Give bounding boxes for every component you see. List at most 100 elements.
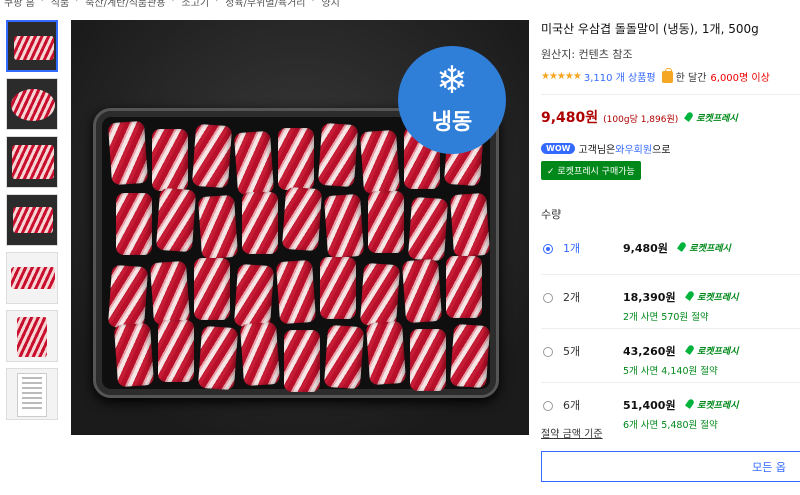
thumbnail-2[interactable] (6, 78, 58, 130)
meat-roll (365, 320, 407, 386)
radio-button[interactable] (543, 347, 553, 357)
meat-roll (323, 193, 365, 259)
meat-roll (158, 320, 194, 382)
rocket-fresh-badge: 로켓프레시 (684, 111, 737, 124)
meat-roll (191, 123, 233, 189)
product-origin: 원산지: 컨텐츠 참조 (541, 48, 633, 61)
rocket-icon (684, 112, 694, 122)
wow-badge: WOW (541, 143, 576, 154)
meat-roll (194, 258, 230, 320)
rocket-icon (685, 399, 695, 409)
unit-price: (100g당 1,896원) (603, 115, 679, 125)
radio-button[interactable] (543, 293, 553, 303)
meat-roll (320, 257, 356, 319)
month-text: 한 달간 (675, 73, 707, 84)
option-saving: 2개 사면 570원 절약 (623, 312, 709, 323)
meat-roll (278, 128, 314, 190)
buyer-count: 6,000명 이상 (710, 73, 770, 84)
wow-member-link[interactable]: 와우회원 (615, 141, 652, 156)
rocket-fresh-badge: 로켓프레시 (685, 290, 738, 303)
radio-button[interactable] (543, 244, 553, 254)
option-price: 18,390원 (623, 291, 676, 304)
meat-roll (446, 256, 482, 318)
review-count-link[interactable]: 3,110 개 상품평 (584, 69, 656, 84)
option-qty: 2개 (563, 291, 581, 304)
price-row: 9,480원 (100g당 1,896원) 로켓프레시 (541, 107, 800, 127)
star-rating: ★★★★★ (541, 71, 582, 82)
meat-roll (242, 192, 278, 254)
quantity-label: 수량 (541, 208, 562, 221)
option-qty: 5개 (563, 345, 581, 358)
meat-roll (152, 129, 188, 191)
view-all-options-button[interactable]: 모든 옵 (541, 451, 800, 482)
rocket-fresh-available-badge: ✓ 로켓프레시 구매가능 (541, 161, 641, 180)
sale-price: 9,480원 (541, 110, 599, 126)
meat-roll (284, 330, 320, 392)
breadcrumb-item[interactable]: 쿠팡 홈 (4, 0, 35, 9)
breadcrumb-item[interactable]: 양지 (321, 0, 339, 9)
thumbnail-1[interactable] (6, 20, 58, 72)
meat-roll (116, 193, 152, 255)
thumbnail-7[interactable] (6, 368, 58, 420)
meat-roll (407, 196, 449, 262)
rocket-fresh-badge: 로켓프레시 (685, 398, 738, 411)
frozen-badge: ❄ 냉동 (398, 46, 506, 154)
thumbnail-5[interactable] (6, 252, 58, 304)
shopping-bag-icon (661, 67, 673, 83)
rocket-icon (685, 345, 695, 355)
thumbnail-3[interactable] (6, 136, 58, 188)
option-price: 9,480원 (623, 242, 668, 255)
meat-roll (449, 323, 491, 389)
meat-roll (323, 324, 365, 390)
rocket-icon (685, 291, 695, 301)
meat-roll (197, 325, 239, 391)
meat-roll (197, 194, 239, 260)
option-saving: 5개 사면 4,140원 절약 (623, 366, 718, 377)
breadcrumb-item[interactable]: 소고기 (182, 0, 210, 9)
quantity-option[interactable]: 2개 18,390원 로켓프레시 2개 사면 570원 절약 (541, 274, 800, 328)
meat-roll (149, 260, 191, 326)
breadcrumb-item[interactable]: 식품 (51, 0, 69, 9)
thumbnail-6[interactable] (6, 310, 58, 362)
breadcrumb: 쿠팡 홈› 식품› 축산/계란/식품관용› 소고기› 정육/부위별/육거리› 양… (4, 0, 340, 9)
meat-roll (239, 321, 281, 387)
quantity-options: 1개 9,480원 로켓프레시 2개 18,390원 로켓프레시 2개 사면 5… (541, 232, 800, 436)
rating-row: ★★★★★ 3,110 개 상품평 한 달간 6,000명 이상 (541, 67, 800, 84)
meat-roll (107, 120, 149, 186)
quantity-option[interactable]: 5개 43,260원 로켓프레시 5개 사면 4,140원 절약 (541, 328, 800, 382)
rocket-fresh-badge: 로켓프레시 (685, 344, 738, 357)
meat-roll (233, 130, 275, 196)
radio-button[interactable] (543, 401, 553, 411)
thumbnail-list (6, 20, 60, 426)
meat-roll (401, 258, 443, 324)
meat-roll (359, 262, 401, 328)
rocket-icon (677, 242, 687, 252)
breadcrumb-item[interactable]: 축산/계란/식품관용 (85, 0, 165, 9)
divider (541, 94, 800, 95)
meat-roll (233, 263, 275, 329)
quantity-option[interactable]: 1개 9,480원 로켓프레시 (541, 232, 800, 274)
meat-roll (317, 122, 359, 188)
meat-roll (281, 186, 323, 252)
option-qty: 6개 (563, 399, 581, 412)
option-price: 51,400원 (623, 399, 676, 412)
savings-basis-link[interactable]: 절약 금액 기준 (541, 425, 603, 440)
option-qty: 1개 (563, 242, 581, 255)
main-product-image[interactable]: ❄ 냉동 (71, 20, 529, 435)
thumbnail-4[interactable] (6, 194, 58, 246)
product-title: 미국산 우삼겹 돌돌말이 (냉동), 1개, 500g (541, 22, 759, 36)
option-saving: 6개 사면 5,480원 절약 (623, 420, 718, 431)
meat-roll (107, 264, 149, 330)
meat-roll (155, 187, 197, 253)
wow-member-row: WOW 고객님은 와우회원 으로 (541, 141, 800, 156)
meat-roll (113, 322, 155, 388)
meat-roll (368, 191, 404, 253)
option-price: 43,260원 (623, 345, 676, 358)
rocket-fresh-badge: 로켓프레시 (677, 241, 730, 254)
snowflake-icon: ❄ (436, 58, 468, 102)
meat-roll (359, 129, 401, 195)
meat-roll (449, 192, 491, 258)
breadcrumb-item[interactable]: 정육/부위별/육거리 (225, 0, 305, 9)
meat-roll (410, 329, 446, 391)
product-info: 미국산 우삼겹 돌돌말이 (냉동), 1개, 500g 원산지: 컨텐츠 참조 … (541, 20, 800, 436)
